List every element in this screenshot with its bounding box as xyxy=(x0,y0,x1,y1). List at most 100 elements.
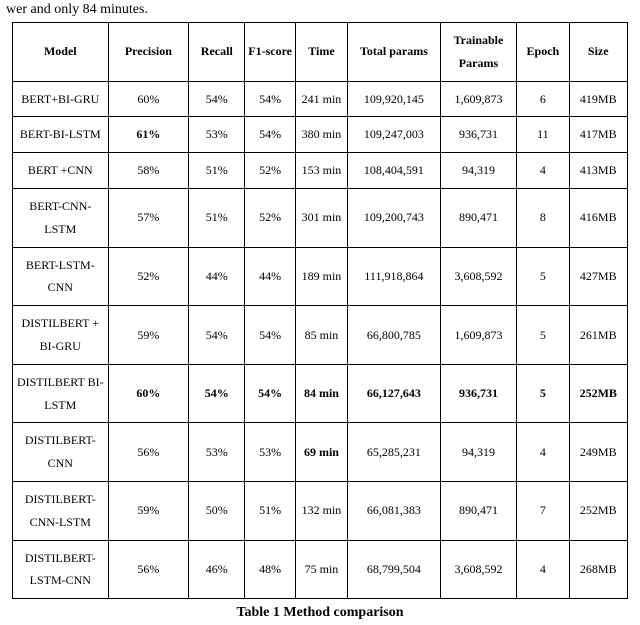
cell-text: 52% xyxy=(259,159,281,182)
cell-train: 94,319 xyxy=(440,153,516,189)
cell-text: 5 xyxy=(540,324,546,347)
cell-recall: 46% xyxy=(189,540,245,599)
cell-text: BERT-CNN-LSTM xyxy=(15,195,106,241)
cell-size: 416MB xyxy=(569,188,627,247)
cell-text: 52% xyxy=(137,265,159,288)
cell-text: 61% xyxy=(136,123,160,146)
col-time: Time xyxy=(295,23,347,82)
cell-total: 108,404,591 xyxy=(348,153,441,189)
cell-text: 75 min xyxy=(305,558,339,581)
cell-recall: 44% xyxy=(189,247,245,306)
cell-text: 417MB xyxy=(580,123,617,146)
col-epoch: Epoch xyxy=(517,23,569,82)
cell-total: 65,285,231 xyxy=(348,423,441,482)
table-row: BERT +CNN58%51%52%153 min108,404,59194,3… xyxy=(13,153,628,189)
cell-text: 54% xyxy=(259,88,281,111)
body-text-fragment: wer and only 84 minutes. xyxy=(0,0,640,22)
table-header-row: Model Precision Recall F1-score Time Tot… xyxy=(13,23,628,82)
cell-text: 4 xyxy=(540,558,546,581)
cell-text: 59% xyxy=(137,499,159,522)
cell-time: 85 min xyxy=(295,306,347,365)
cell-precision: 57% xyxy=(108,188,189,247)
cell-time: 75 min xyxy=(295,540,347,599)
cell-precision: 59% xyxy=(108,306,189,365)
table-caption: Table 1 Method comparison xyxy=(0,599,640,625)
cell-epoch: 11 xyxy=(517,117,569,153)
cell-text: 53% xyxy=(206,123,228,146)
cell-model: BERT-CNN-LSTM xyxy=(13,188,109,247)
cell-text: 3,608,592 xyxy=(454,265,502,288)
cell-size: 268MB xyxy=(569,540,627,599)
cell-size: 419MB xyxy=(569,81,627,117)
cell-text: 3,608,592 xyxy=(454,558,502,581)
cell-train: 1,609,873 xyxy=(440,306,516,365)
cell-f1: 52% xyxy=(245,188,295,247)
cell-recall: 54% xyxy=(189,81,245,117)
cell-precision: 60% xyxy=(108,364,189,423)
cell-model: DISTILBERT-CNN-LSTM xyxy=(13,481,109,540)
cell-text: 7 xyxy=(540,499,546,522)
cell-text: DISTILBERT-CNN xyxy=(15,429,106,475)
cell-text: 53% xyxy=(259,441,281,464)
cell-total: 111,918,864 xyxy=(348,247,441,306)
cell-text: 52% xyxy=(259,206,281,229)
cell-text: 111,918,864 xyxy=(364,265,423,288)
cell-text: 57% xyxy=(137,206,159,229)
cell-text: 54% xyxy=(205,382,229,405)
cell-epoch: 7 xyxy=(517,481,569,540)
cell-model: BERT-LSTM-CNN xyxy=(13,247,109,306)
col-precision: Precision xyxy=(108,23,189,82)
cell-recall: 51% xyxy=(189,188,245,247)
cell-text: BERT+BI-GRU xyxy=(21,88,99,111)
cell-text: 50% xyxy=(206,499,228,522)
col-trainable: Trainable Params xyxy=(440,23,516,82)
cell-text: 189 min xyxy=(302,265,342,288)
cell-train: 936,731 xyxy=(440,364,516,423)
cell-text: DISTILBERT-CNN-LSTM xyxy=(15,488,106,534)
cell-text: 252MB xyxy=(580,382,617,405)
cell-size: 261MB xyxy=(569,306,627,365)
cell-total: 109,200,743 xyxy=(348,188,441,247)
cell-text: 60% xyxy=(137,88,159,111)
cell-size: 252MB xyxy=(569,481,627,540)
cell-text: 252MB xyxy=(580,499,617,522)
cell-text: 54% xyxy=(258,382,282,405)
cell-text: 890,471 xyxy=(459,499,498,522)
cell-precision: 52% xyxy=(108,247,189,306)
cell-recall: 53% xyxy=(189,117,245,153)
cell-f1: 54% xyxy=(245,81,295,117)
cell-recall: 51% xyxy=(189,153,245,189)
cell-text: 109,200,743 xyxy=(364,206,424,229)
cell-text: 108,404,591 xyxy=(364,159,424,182)
cell-epoch: 4 xyxy=(517,540,569,599)
cell-text: 268MB xyxy=(580,558,617,581)
cell-train: 94,319 xyxy=(440,423,516,482)
cell-text: 65,285,231 xyxy=(367,441,421,464)
cell-time: 189 min xyxy=(295,247,347,306)
cell-text: 54% xyxy=(259,123,281,146)
cell-epoch: 4 xyxy=(517,423,569,482)
cell-text: 427MB xyxy=(580,265,617,288)
cell-model: BERT +CNN xyxy=(13,153,109,189)
cell-train: 3,608,592 xyxy=(440,247,516,306)
cell-time: 84 min xyxy=(295,364,347,423)
cell-text: 60% xyxy=(136,382,160,405)
cell-model: DISTILBERT-CNN xyxy=(13,423,109,482)
cell-text: 132 min xyxy=(302,499,342,522)
cell-epoch: 5 xyxy=(517,247,569,306)
cell-size: 249MB xyxy=(569,423,627,482)
cell-precision: 56% xyxy=(108,423,189,482)
cell-text: 11 xyxy=(537,123,549,146)
cell-text: 69 min xyxy=(304,441,339,464)
cell-total: 66,081,383 xyxy=(348,481,441,540)
cell-train: 1,609,873 xyxy=(440,81,516,117)
cell-model: DISTILBERT + BI-GRU xyxy=(13,306,109,365)
cell-text: 51% xyxy=(259,499,281,522)
cell-text: 416MB xyxy=(580,206,617,229)
cell-text: 53% xyxy=(206,441,228,464)
cell-text: 4 xyxy=(540,441,546,464)
cell-text: 8 xyxy=(540,206,546,229)
cell-recall: 54% xyxy=(189,364,245,423)
cell-text: 419MB xyxy=(580,88,617,111)
cell-time: 301 min xyxy=(295,188,347,247)
